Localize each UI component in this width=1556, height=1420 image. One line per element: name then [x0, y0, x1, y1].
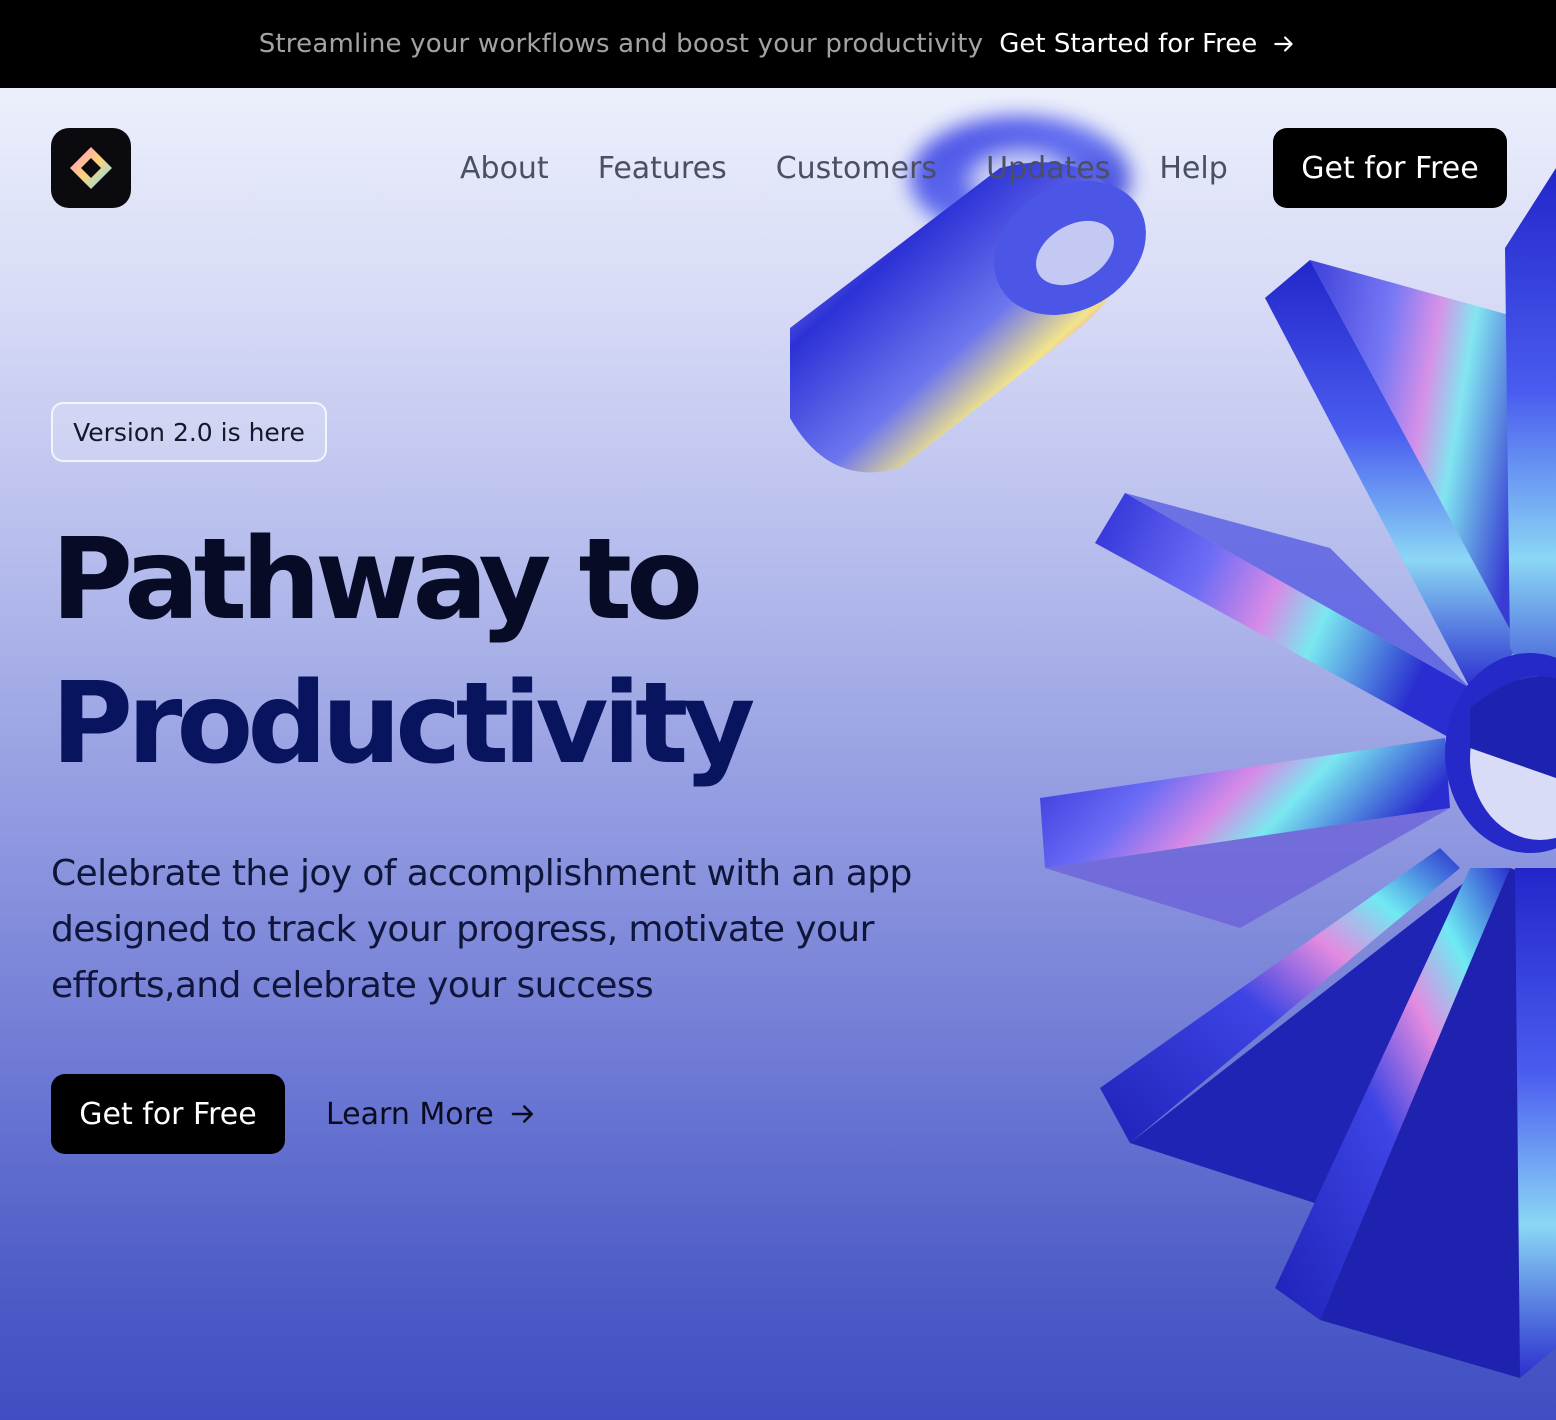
nav-features[interactable]: Features	[598, 151, 727, 186]
nav-updates[interactable]: Updates	[986, 151, 1110, 186]
header-get-for-free-button[interactable]: Get for Free	[1273, 128, 1507, 208]
learn-more-link[interactable]: Learn More	[326, 1074, 538, 1154]
main-nav: About Features Customers Updates Help	[460, 128, 1228, 208]
nav-about[interactable]: About	[460, 151, 549, 186]
arrow-right-icon	[511, 1105, 533, 1123]
nav-help[interactable]: Help	[1159, 151, 1227, 186]
get-started-label: Get Started for Free	[999, 29, 1258, 59]
hero-subtitle: Celebrate the joy of accomplishment with…	[51, 853, 912, 1006]
version-badge: Version 2.0 is here	[51, 402, 327, 462]
app-logo[interactable]	[51, 128, 131, 208]
announcement-message: Streamline your workflows and boost your…	[258, 29, 984, 59]
hero-title-line1: Pathway to	[51, 515, 703, 645]
get-for-free-button[interactable]: Get for Free	[51, 1074, 285, 1154]
arrow-right-icon	[1274, 36, 1293, 52]
nav-customers[interactable]: Customers	[776, 151, 937, 186]
learn-more-label: Learn More	[326, 1096, 494, 1132]
diamond-logo-icon	[70, 147, 112, 189]
hero-title-line2: Productivity	[51, 659, 755, 789]
announcement-bar: Streamline your workflows and boost your…	[0, 0, 1556, 88]
hero-title: Pathway to Productivity	[51, 508, 951, 796]
get-started-link[interactable]: Get Started for Free	[999, 29, 1297, 59]
hero-section: About Features Customers Updates Help Ge…	[0, 88, 1556, 1420]
